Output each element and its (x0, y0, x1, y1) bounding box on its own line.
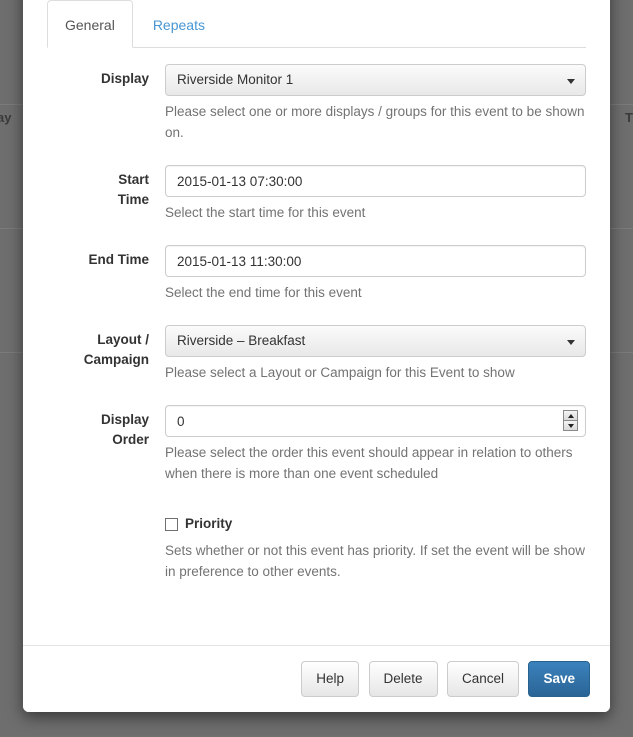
tab-repeats[interactable]: Repeats (135, 0, 223, 48)
chevron-down-icon (567, 340, 575, 345)
tab-general[interactable]: General (47, 0, 133, 48)
display-select-value: Riverside Monitor 1 (177, 72, 294, 87)
number-stepper-icon[interactable] (563, 410, 578, 431)
priority-checkbox[interactable] (165, 517, 178, 531)
help-button[interactable]: Help (301, 661, 360, 697)
display-label: Display (100, 71, 149, 86)
display-help-text: Please select one or more displays / gro… (165, 104, 585, 140)
modal-body: Display Riverside Monitor 1 Please selec… (23, 48, 610, 582)
priority-label[interactable]: Priority (185, 514, 232, 534)
save-button[interactable]: Save (528, 661, 590, 697)
field-layout-campaign: Layout / Campaign Riverside – Breakfast … (47, 325, 586, 383)
start-time-label: Start Time (117, 172, 149, 207)
display-order-label: Display Order (100, 412, 149, 447)
tab-general-label: General (65, 17, 115, 33)
field-display-order: Display Order Please select the order th… (47, 405, 586, 484)
layout-campaign-select[interactable]: Riverside – Breakfast (165, 325, 586, 357)
end-time-label: End Time (88, 252, 149, 267)
layout-campaign-help-text: Please select a Layout or Campaign for t… (165, 365, 515, 380)
display-order-help-text: Please select the order this event shoul… (165, 445, 573, 481)
field-priority: Priority Sets whether or not this event … (47, 514, 586, 582)
backdrop-left-label: ay (0, 110, 12, 125)
priority-help-text: Sets whether or not this event has prior… (165, 543, 585, 579)
delete-button[interactable]: Delete (368, 661, 438, 697)
field-start-time: Start Time Select the start time for thi… (47, 165, 586, 223)
layout-campaign-select-value: Riverside – Breakfast (177, 333, 306, 348)
end-time-input[interactable] (165, 245, 586, 277)
layout-campaign-label: Layout / Campaign (83, 332, 149, 367)
modal-footer: Help Delete Cancel Save (23, 645, 610, 712)
backdrop-right-label: T (625, 110, 633, 125)
start-time-input[interactable] (165, 165, 586, 197)
stepper-up-button[interactable] (563, 410, 578, 421)
end-time-help-text: Select the end time for this event (165, 285, 362, 300)
tab-repeats-label: Repeats (152, 17, 205, 33)
cancel-button[interactable]: Cancel (446, 661, 520, 697)
field-end-time: End Time Select the end time for this ev… (47, 245, 586, 303)
modal-tab-bar: General Repeats (23, 0, 610, 48)
display-order-input[interactable] (165, 405, 586, 437)
start-time-help-text: Select the start time for this event (165, 205, 366, 220)
display-select[interactable]: Riverside Monitor 1 (165, 64, 586, 96)
event-edit-modal: General Repeats Display Riverside Monito… (23, 0, 610, 712)
field-display: Display Riverside Monitor 1 Please selec… (47, 64, 586, 143)
chevron-down-icon (567, 79, 575, 84)
stepper-down-button[interactable] (563, 421, 578, 431)
